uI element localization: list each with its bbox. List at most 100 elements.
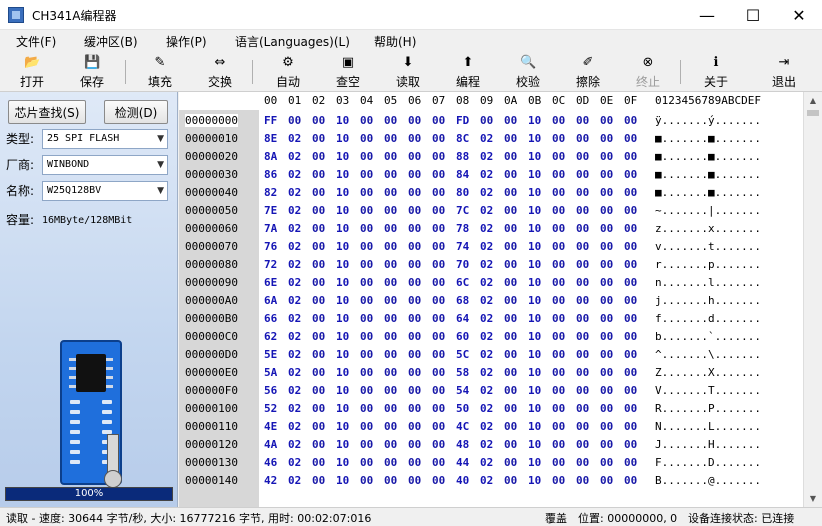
hex-byte[interactable]: 00 [312, 186, 325, 199]
hex-byte[interactable]: 00 [408, 114, 421, 127]
hex-byte[interactable]: 02 [480, 312, 493, 325]
hex-byte[interactable]: 00 [552, 132, 565, 145]
hex-byte[interactable]: 00 [600, 474, 613, 487]
hex-byte[interactable]: 00 [600, 294, 613, 307]
hex-byte[interactable]: 00 [624, 168, 637, 181]
hex-byte[interactable]: 00 [600, 150, 613, 163]
hex-byte[interactable]: 50 [456, 402, 469, 415]
hex-byte[interactable]: 68 [456, 294, 469, 307]
hex-byte[interactable]: 00 [576, 132, 589, 145]
hex-byte[interactable]: 10 [336, 294, 349, 307]
hex-byte[interactable]: 02 [288, 348, 301, 361]
hex-byte[interactable]: 00 [504, 150, 517, 163]
toolbar-button-7[interactable]: ⬆ 编程 [446, 53, 490, 91]
hex-byte[interactable]: 00 [504, 294, 517, 307]
hex-byte[interactable]: 02 [288, 258, 301, 271]
hex-byte[interactable]: 60 [456, 330, 469, 343]
hex-byte[interactable]: 02 [480, 204, 493, 217]
hex-byte[interactable]: 00 [504, 276, 517, 289]
hex-byte[interactable]: 10 [336, 384, 349, 397]
hex-byte[interactable]: 02 [480, 330, 493, 343]
hex-byte[interactable]: 00 [408, 420, 421, 433]
hex-byte[interactable]: 10 [528, 348, 541, 361]
hex-byte[interactable]: 10 [336, 438, 349, 451]
hex-byte[interactable]: 10 [336, 204, 349, 217]
hex-byte[interactable]: 00 [432, 402, 445, 415]
hex-byte[interactable]: 00 [504, 384, 517, 397]
hex-byte[interactable]: 00 [360, 330, 373, 343]
hex-byte[interactable]: 00 [360, 474, 373, 487]
hex-row[interactable]: 00000090 6E 02 00 10 00 00 00 00 6C 02 00 10 00 00 00 00… [179, 274, 803, 292]
hex-byte[interactable]: 00 [432, 204, 445, 217]
hex-byte[interactable]: 00 [600, 276, 613, 289]
hex-byte[interactable]: 00 [360, 132, 373, 145]
hex-byte[interactable]: 00 [312, 150, 325, 163]
hex-byte[interactable]: 00 [504, 168, 517, 181]
hex-byte[interactable]: 10 [528, 438, 541, 451]
hex-byte[interactable]: 00 [360, 204, 373, 217]
hex-byte[interactable]: 10 [336, 114, 349, 127]
hex-byte[interactable]: 00 [552, 276, 565, 289]
hex-byte[interactable]: 56 [264, 384, 277, 397]
hex-byte[interactable]: 10 [528, 330, 541, 343]
hex-byte[interactable]: 7E [264, 204, 277, 217]
hex-byte[interactable]: 00 [624, 186, 637, 199]
hex-byte[interactable]: 10 [528, 186, 541, 199]
hex-byte[interactable]: 02 [288, 150, 301, 163]
toolbar-button-3[interactable]: ⇔ 交换 [198, 53, 242, 91]
vendor-select[interactable]: WINBOND ▼ [42, 155, 168, 175]
hex-byte[interactable]: 00 [312, 312, 325, 325]
hex-byte[interactable]: 00 [384, 168, 397, 181]
hex-byte[interactable]: 00 [552, 474, 565, 487]
hex-byte[interactable]: 02 [480, 402, 493, 415]
hex-byte[interactable]: 7A [264, 222, 277, 235]
hex-byte[interactable]: 00 [384, 366, 397, 379]
hex-byte[interactable]: 00 [624, 384, 637, 397]
hex-byte[interactable]: 00 [312, 114, 325, 127]
hex-byte[interactable]: 00 [576, 474, 589, 487]
hex-byte[interactable]: 00 [432, 474, 445, 487]
hex-byte[interactable]: 70 [456, 258, 469, 271]
hex-byte[interactable]: 48 [456, 438, 469, 451]
hex-byte[interactable]: 10 [528, 114, 541, 127]
hex-byte[interactable]: 00 [552, 348, 565, 361]
toolbar-button-0[interactable]: 📂 打开 [10, 53, 54, 91]
hex-byte[interactable]: 00 [360, 456, 373, 469]
menu-file[interactable]: 文件(F) [16, 33, 56, 50]
hex-byte[interactable]: 10 [528, 402, 541, 415]
hex-byte[interactable]: 8C [456, 132, 469, 145]
hex-byte[interactable]: 10 [336, 348, 349, 361]
hex-byte[interactable]: 00 [408, 366, 421, 379]
hex-byte[interactable]: 00 [384, 384, 397, 397]
hex-byte[interactable]: 00 [600, 348, 613, 361]
hex-byte[interactable]: 00 [312, 420, 325, 433]
hex-byte[interactable]: 00 [312, 240, 325, 253]
hex-byte[interactable]: 00 [552, 168, 565, 181]
hex-row[interactable]: 00000100 52 02 00 10 00 00 00 00 50 02 00 10 00 00 00 00… [179, 400, 803, 418]
hex-byte[interactable]: 10 [336, 366, 349, 379]
hex-row[interactable]: 00000050 7E 02 00 10 00 00 00 00 7C 02 00 10 00 00 00 00… [179, 202, 803, 220]
hex-byte[interactable]: 00 [432, 150, 445, 163]
hex-byte[interactable]: 00 [624, 114, 637, 127]
menu-buffer[interactable]: 缓冲区(B) [84, 33, 138, 50]
hex-byte[interactable]: 00 [576, 420, 589, 433]
hex-byte[interactable]: 00 [408, 258, 421, 271]
hex-row[interactable]: 00000060 7A 02 00 10 00 00 00 00 78 02 00 10 00 00 00 00… [179, 220, 803, 238]
hex-byte[interactable]: 80 [456, 186, 469, 199]
hex-byte[interactable]: 58 [456, 366, 469, 379]
hex-byte[interactable]: 00 [624, 222, 637, 235]
hex-byte[interactable]: 00 [432, 258, 445, 271]
hex-byte[interactable]: 5C [456, 348, 469, 361]
hex-byte[interactable]: 00 [408, 240, 421, 253]
hex-byte[interactable]: 00 [600, 204, 613, 217]
hex-byte[interactable]: 00 [384, 402, 397, 415]
hex-byte[interactable]: 00 [576, 168, 589, 181]
hex-byte[interactable]: 00 [360, 366, 373, 379]
hex-byte[interactable]: 02 [288, 330, 301, 343]
hex-byte[interactable]: 66 [264, 312, 277, 325]
toolbar-button-12[interactable]: ⇥ 退出 [762, 53, 806, 91]
hex-row[interactable]: 00000070 76 02 00 10 00 00 00 00 74 02 00 10 00 00 00 00… [179, 238, 803, 256]
hex-byte[interactable]: 00 [552, 402, 565, 415]
hex-byte[interactable]: 02 [480, 384, 493, 397]
hex-byte[interactable]: 02 [480, 456, 493, 469]
